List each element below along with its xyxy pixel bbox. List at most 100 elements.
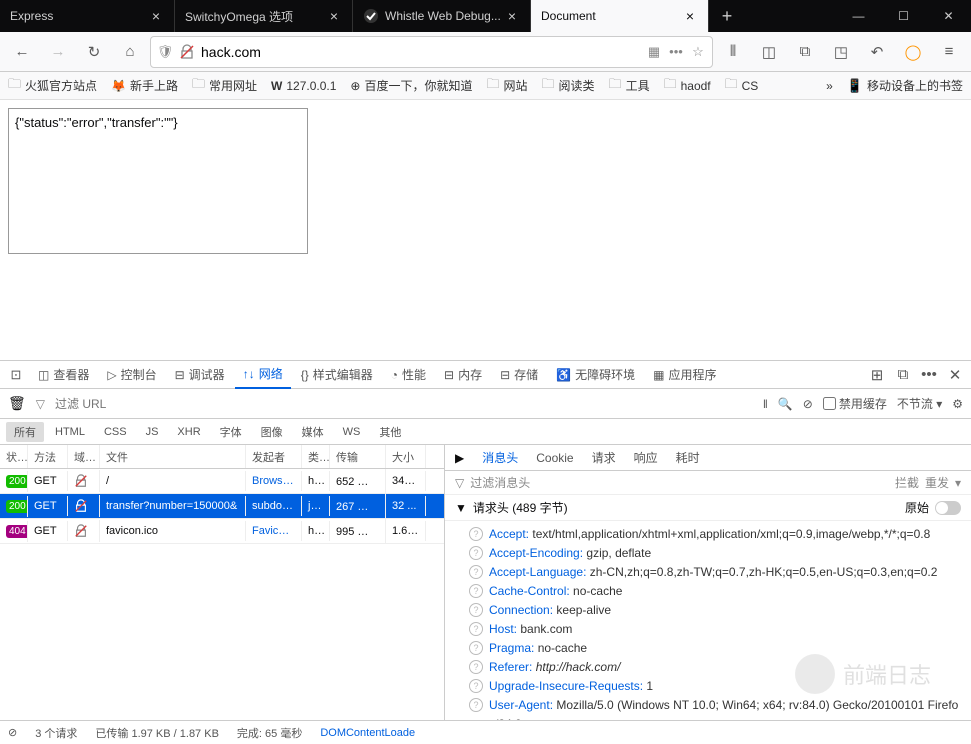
reload-button[interactable]: ↻ [78,36,110,68]
type-all[interactable]: 所有 [6,422,44,442]
type-css[interactable]: CSS [96,424,135,440]
forward-button[interactable]: → [42,36,74,68]
urlbar[interactable]: 🛡 ▦ ••• ☆ [150,36,713,68]
bookmark-item[interactable]: 🗀火狐官方站点 [8,75,97,97]
help-icon[interactable]: ? [469,660,483,674]
tab-headers[interactable]: 消息头 [482,449,518,466]
type-other[interactable]: 其他 [371,422,409,442]
extension-icon[interactable]: ◳ [825,36,857,68]
bookmark-item[interactable]: ⊕百度一下，你就知道 [350,77,472,94]
help-icon[interactable]: ? [469,565,483,579]
help-icon[interactable]: ? [469,527,483,541]
bookmark-item[interactable]: 🗀CS [725,75,759,97]
home-button[interactable]: ⌂ [114,36,146,68]
type-ws[interactable]: WS [335,424,369,440]
trash-icon[interactable]: 🗑 [8,395,26,412]
help-icon[interactable]: ? [469,698,483,712]
qr-icon[interactable]: ▦ [646,44,662,60]
close-icon[interactable]: × [326,8,342,24]
tab-memory[interactable]: ⊟内存 [436,361,490,389]
tab-cookies[interactable]: Cookie [536,451,573,465]
col-size[interactable]: 大小 [386,445,426,468]
close-icon[interactable]: × [682,8,698,24]
help-icon[interactable]: ? [469,679,483,693]
chevron-down-icon[interactable]: ▾ [955,476,961,490]
more-icon[interactable]: ••• [917,359,941,391]
col-status[interactable]: 状... [0,445,28,468]
help-icon[interactable]: ? [469,641,483,655]
tab-response[interactable]: 响应 [634,449,658,466]
type-images[interactable]: 图像 [253,422,291,442]
filter-headers-input[interactable]: 过滤消息头 [470,474,530,491]
shield-icon[interactable]: 🛡 [157,44,173,60]
request-headers-section[interactable]: ▼ 请求头 (489 字节) 原始 [445,495,971,521]
tab-network[interactable]: ↑↓网络 [235,361,291,389]
library-icon[interactable]: ⫴ [717,36,749,68]
tab-console[interactable]: ▷控制台 [99,361,164,389]
filter-icon[interactable]: ▽ [36,397,45,411]
close-icon[interactable]: × [148,8,164,24]
bookmark-star-icon[interactable]: ☆ [690,44,706,60]
tab-debugger[interactable]: ⊟调试器 [167,361,233,389]
bookmark-item[interactable]: 📱移动设备上的书签 [847,77,963,94]
type-js[interactable]: JS [138,424,167,440]
col-method[interactable]: 方法 [28,445,68,468]
bookmark-item[interactable]: W127.0.0.1 [271,79,336,93]
close-button[interactable]: ✕ [926,0,971,32]
pause-icon[interactable]: ‖ [763,397,768,411]
responsive-icon[interactable]: ⊞ [865,359,889,391]
tab-application[interactable]: ▦应用程序 [645,361,724,389]
disable-cache-checkbox[interactable]: 禁用缓存 [823,395,887,412]
tab-timings[interactable]: 耗时 [676,449,700,466]
close-icon[interactable]: × [504,8,520,24]
col-initiator[interactable]: 发起者 [246,445,302,468]
col-type[interactable]: 类型 [302,445,330,468]
history-icon[interactable]: ↶ [861,36,893,68]
col-domain[interactable]: 域名 [68,445,100,468]
col-transfer[interactable]: 传输 [330,445,386,468]
raw-toggle[interactable] [935,501,961,515]
col-file[interactable]: 文件 [100,445,246,468]
tab-storage[interactable]: ⊟存储 [492,361,546,389]
bookmark-item[interactable]: 🗀阅读类 [542,75,595,97]
block-button[interactable]: 拦截 [895,474,919,491]
tab-switchyomega[interactable]: SwitchyOmega 选项 × [175,0,353,32]
block-icon[interactable]: ⊘ [803,397,813,411]
bookmark-item[interactable]: 🗀网站 [486,75,527,97]
table-row[interactable]: 404GETfavicon.icoFavicon...h...995 字节1.6… [0,519,444,544]
tab-whistle[interactable]: Whistle Web Debug... × [353,0,531,32]
type-media[interactable]: 媒体 [294,422,332,442]
menu-button[interactable]: ≡ [933,36,965,68]
maximize-button[interactable]: ☐ [881,0,926,32]
tab-request[interactable]: 请求 [592,449,616,466]
tab-style-editor[interactable]: {}样式编辑器 [293,361,381,389]
help-icon[interactable]: ? [469,546,483,560]
sidebar-icon[interactable]: ◫ [753,36,785,68]
page-action-icon[interactable]: ••• [668,44,684,60]
bookmark-item[interactable]: 🗀工具 [609,75,650,97]
type-fonts[interactable]: 字体 [212,422,250,442]
new-tab-button[interactable]: + [709,0,745,32]
gear-icon[interactable]: ⚙ [952,397,963,411]
bookmark-item[interactable]: 🦊新手上路 [111,77,178,94]
throttle-select[interactable]: 不节流 ▾ [897,395,942,412]
tab-document[interactable]: Document × [531,0,709,32]
help-icon[interactable]: ? [469,584,483,598]
insecure-lock-icon[interactable] [179,44,195,60]
table-row[interactable]: 200GETtransfer?number=150000&subdoc...js… [0,494,444,519]
close-devtools-icon[interactable]: ✕ [943,359,967,391]
bookmark-item[interactable]: 🗀haodf [664,75,711,97]
tab-express[interactable]: Express × [0,0,175,32]
minimize-button[interactable]: — [836,0,881,32]
type-xhr[interactable]: XHR [169,424,208,440]
popout-icon[interactable]: ⧉ [891,359,915,391]
url-input[interactable] [201,44,640,60]
back-button[interactable]: ← [6,36,38,68]
help-icon[interactable]: ? [469,622,483,636]
resend-button[interactable]: 重发 [925,474,949,491]
search-icon[interactable]: 🔍 [778,397,793,411]
table-row[interactable]: 200GET/Browse...h...652 字节341 ... [0,469,444,494]
profile-icon[interactable]: ◯ [897,36,929,68]
screenshot-icon[interactable]: ⧉ [789,36,821,68]
tab-performance[interactable]: ◔性能 [383,361,434,389]
